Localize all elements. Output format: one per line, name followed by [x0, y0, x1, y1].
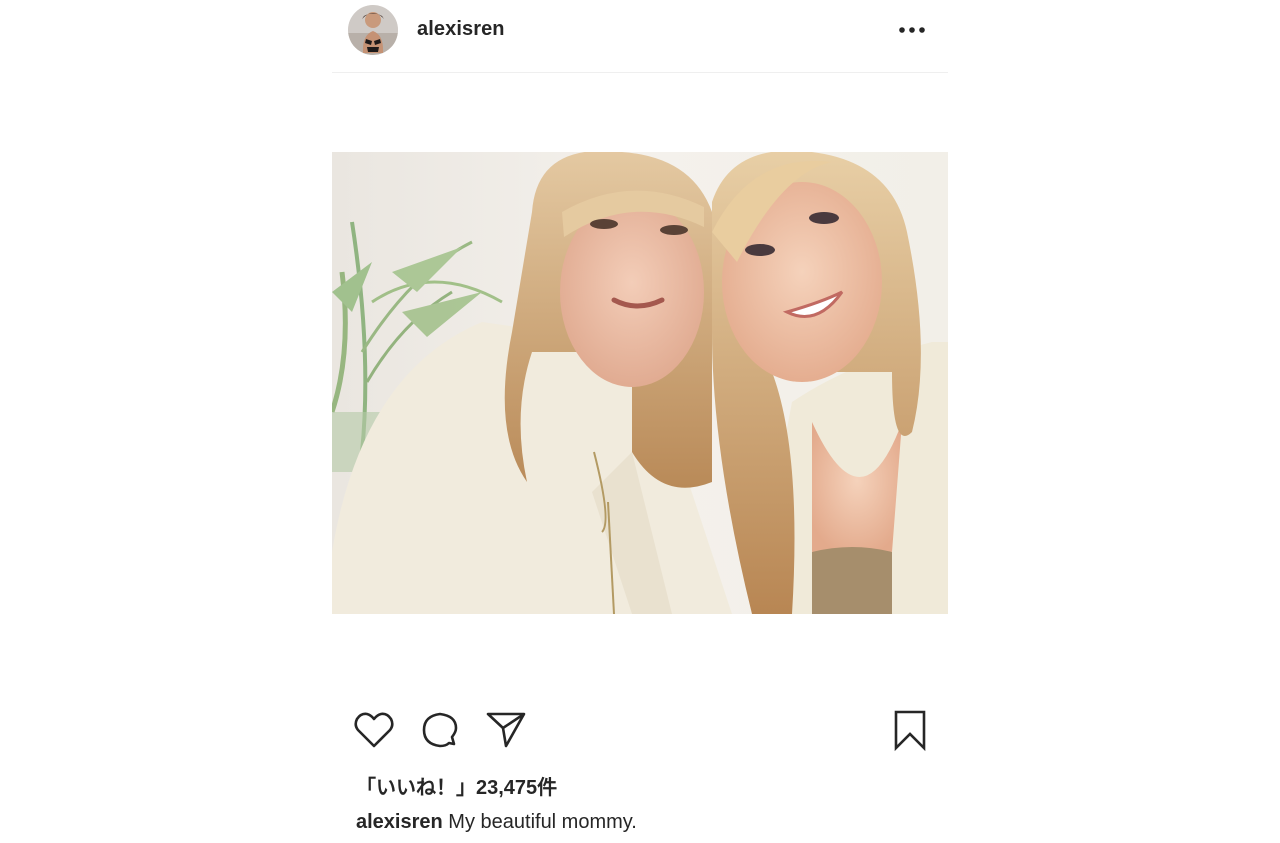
- post-actions: [332, 708, 948, 754]
- post-caption: alexisren My beautiful mommy.: [356, 811, 637, 834]
- more-horizontal-icon: [899, 27, 925, 33]
- paper-plane-icon: [486, 712, 526, 748]
- comment-bubble-icon: [422, 712, 458, 748]
- heart-icon: [354, 712, 394, 748]
- comment-button[interactable]: [418, 708, 462, 752]
- save-button[interactable]: [888, 708, 932, 752]
- post-header: alexisren: [332, 0, 948, 73]
- likes-count[interactable]: 「いいね！」23,475件: [356, 771, 557, 800]
- caption-text: My beautiful mommy.: [448, 811, 637, 833]
- post-photo[interactable]: [332, 152, 948, 614]
- like-button[interactable]: [352, 708, 396, 752]
- bookmark-icon: [894, 710, 926, 752]
- share-button[interactable]: [484, 708, 528, 752]
- instagram-post: alexisren 「いいね！」23,475件 alexisren My bea…: [332, 0, 948, 843]
- caption-username[interactable]: alexisren: [356, 811, 443, 833]
- avatar[interactable]: [348, 5, 398, 55]
- more-options-button[interactable]: [894, 18, 930, 42]
- post-username[interactable]: alexisren: [417, 18, 505, 41]
